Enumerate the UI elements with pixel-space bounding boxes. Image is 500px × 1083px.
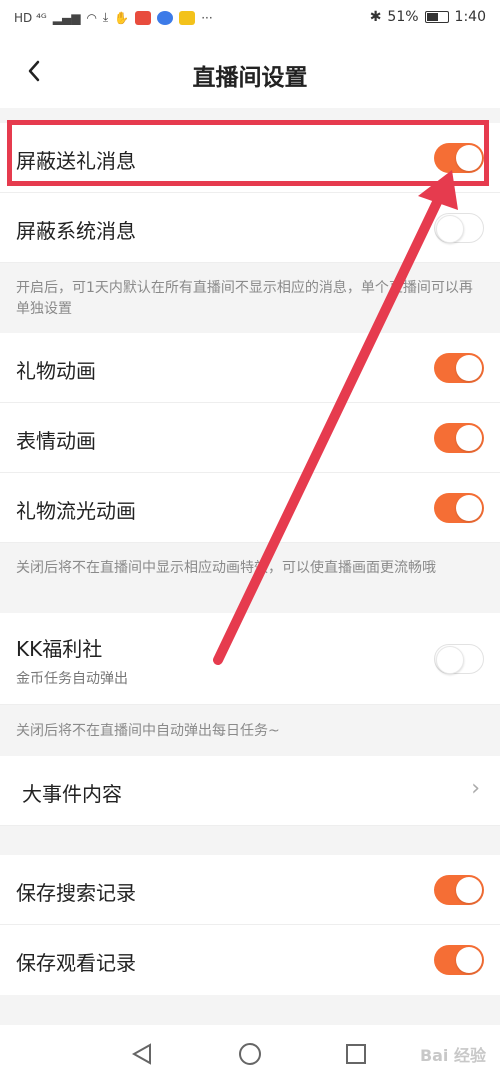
gift-flow-animation-toggle[interactable] (434, 493, 484, 523)
nav-home-button[interactable] (238, 1042, 262, 1066)
setting-block-system: 屏蔽系统消息 (0, 193, 500, 263)
signal-icon: ▂▄▆ (52, 10, 81, 25)
setting-label: 屏蔽系统消息 (16, 219, 136, 243)
save-watch-toggle[interactable] (434, 945, 484, 975)
setting-label: 保存观看记录 (16, 951, 136, 975)
annotation-highlight-box (7, 120, 489, 186)
app-icon (179, 10, 196, 25)
setting-label: 礼物流光动画 (16, 499, 136, 523)
status-right: ✱ 51% 1:40 (370, 9, 486, 25)
setting-label: 礼物动画 (16, 359, 96, 383)
setting-label: 保存搜索记录 (16, 881, 136, 905)
clock: 1:40 (454, 9, 486, 25)
music-icon (157, 10, 174, 25)
setting-sublabel: 金币任务自动弹出 (16, 671, 128, 687)
note-block-messages: 开启后，可1天内默认在所有直播间不显示相应的消息，单个直播间可以再单独设置 (16, 280, 473, 317)
toggle-knob (456, 947, 482, 973)
block-system-toggle[interactable] (434, 213, 484, 243)
setting-big-event[interactable]: 大事件内容 › (0, 756, 500, 826)
nav-back-button[interactable] (130, 1042, 154, 1066)
baidu-watermark: Bai 经验 (419, 1046, 486, 1065)
note-daily-tasks: 关闭后将不在直播间中自动弹出每日任务~ (16, 723, 280, 739)
network-indicator: HD ⁴ᴳ (14, 10, 47, 25)
setting-save-watch: 保存观看记录 (0, 925, 500, 995)
note-animations: 关闭后将不在直播间中显示相应动画特效，可以使直播画面更流畅哦 (16, 560, 436, 576)
wifi-icon: ◠ (86, 10, 97, 25)
toggle-knob (456, 877, 482, 903)
setting-label: 大事件内容 (22, 782, 122, 806)
bluetooth-icon: ✱ (369, 9, 382, 25)
toggle-knob (456, 495, 482, 521)
setting-gift-animation: 礼物动画 (0, 333, 500, 403)
battery-icon (424, 11, 449, 23)
setting-label: KK福利社 (16, 637, 103, 661)
chevron-right-icon: › (471, 776, 480, 801)
toggle-knob (456, 355, 482, 381)
emoji-animation-toggle[interactable] (434, 423, 484, 453)
status-bar: HD ⁴ᴳ ▂▄▆ ◠ ⤓ ✋ ··· ✱ 51% 1:40 (0, 0, 500, 38)
hand-icon: ✋ (114, 10, 130, 25)
app-icon (135, 10, 152, 25)
gift-animation-toggle[interactable] (434, 353, 484, 383)
save-search-toggle[interactable] (434, 875, 484, 905)
setting-emoji-animation: 表情动画 (0, 403, 500, 473)
nav-recents-button[interactable] (344, 1042, 368, 1066)
setting-kk-welfare: KK福利社 金币任务自动弹出 (0, 613, 500, 705)
app-header: 直播间设置 (0, 38, 500, 108)
status-left: HD ⁴ᴳ ▂▄▆ ◠ ⤓ ✋ ··· (14, 10, 213, 25)
setting-gift-flow-animation: 礼物流光动画 (0, 473, 500, 543)
page-title: 直播间设置 (192, 65, 308, 91)
download-icon: ⤓ (102, 10, 109, 24)
kk-welfare-toggle[interactable] (434, 644, 484, 674)
toggle-knob (456, 425, 482, 451)
toggle-knob (436, 215, 464, 243)
battery-percent: 51% (387, 9, 419, 25)
more-icon: ··· (201, 10, 213, 25)
setting-label: 表情动画 (16, 429, 96, 453)
toggle-knob (436, 646, 464, 674)
setting-save-search: 保存搜索记录 (0, 855, 500, 925)
